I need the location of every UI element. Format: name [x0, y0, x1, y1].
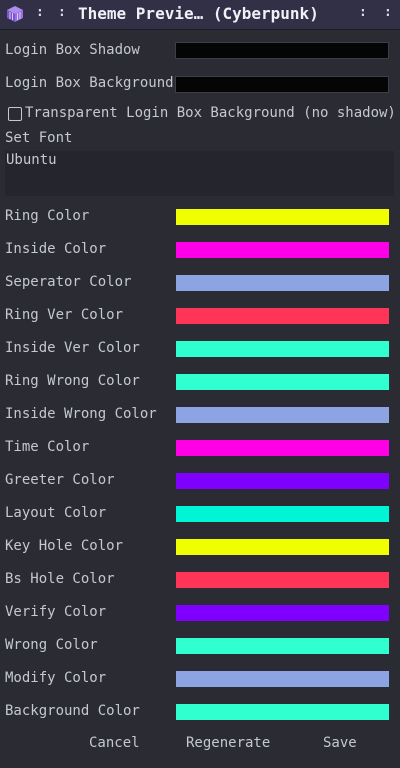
login-box-background-label: Login Box Background	[5, 75, 174, 91]
ring-ver-color-row: Ring Ver Color	[0, 307, 400, 327]
inside-color-label: Inside Color	[5, 241, 107, 257]
inside-ver-color-label: Inside Ver Color	[5, 340, 140, 356]
time-color-swatch-button[interactable]	[176, 440, 389, 456]
inside-ver-color-swatch-button[interactable]	[176, 341, 389, 357]
bs-hole-color-row: Bs Hole Color	[0, 571, 400, 591]
inside-ver-color-row: Inside Ver Color	[0, 340, 400, 360]
login-box-shadow-label: Login Box Shadow	[5, 42, 140, 58]
inside-color-swatch-button[interactable]	[176, 242, 389, 258]
login-box-shadow-color-field[interactable]	[175, 42, 389, 59]
font-input-value: Ubuntu	[6, 152, 57, 168]
key-hole-color-row: Key Hole Color	[0, 538, 400, 558]
verify-color-swatch-button[interactable]	[176, 605, 389, 621]
verify-color-label: Verify Color	[5, 604, 107, 620]
ring-wrong-color-label: Ring Wrong Color	[5, 373, 140, 389]
ring-color-label: Ring Color	[5, 208, 90, 224]
wrong-color-label: Wrong Color	[5, 637, 98, 653]
modify-color-row: Modify Color	[0, 670, 400, 690]
cancel-button[interactable]: Cancel	[89, 735, 140, 751]
background-color-label: Background Color	[5, 703, 140, 719]
layout-color-label: Layout Color	[5, 505, 107, 521]
login-box-background-color-field[interactable]	[175, 76, 389, 93]
wrong-color-row: Wrong Color	[0, 637, 400, 657]
ring-ver-color-label: Ring Ver Color	[5, 307, 124, 323]
ring-color-swatch-button[interactable]	[176, 209, 389, 225]
key-hole-color-swatch-button[interactable]	[176, 539, 389, 555]
window-title: Theme Previe… (Cyberpunk)	[78, 4, 319, 23]
inside-wrong-color-label: Inside Wrong Color	[5, 406, 157, 422]
background-color-row: Background Color	[0, 703, 400, 723]
titlebar-drag-handle-left-2[interactable]: :	[58, 5, 66, 20]
titlebar-drag-handle-left[interactable]: :	[36, 5, 44, 20]
modify-color-label: Modify Color	[5, 670, 107, 686]
app-cube-icon[interactable]	[6, 5, 24, 23]
font-input[interactable]: Ubuntu	[5, 151, 394, 196]
time-color-row: Time Color	[0, 439, 400, 459]
bs-hole-color-label: Bs Hole Color	[5, 571, 115, 587]
transparent-background-label: Transparent Login Box Background (no sha…	[25, 105, 396, 121]
regenerate-button[interactable]: Regenerate	[186, 735, 270, 751]
seperator-color-label: Seperator Color	[5, 274, 132, 290]
ring-color-row: Ring Color	[0, 208, 400, 228]
titlebar-drag-handle-right[interactable]: :	[359, 5, 367, 20]
inside-wrong-color-swatch-button[interactable]	[176, 407, 389, 423]
save-button[interactable]: Save	[323, 735, 357, 751]
layout-color-swatch-button[interactable]	[176, 506, 389, 522]
inside-wrong-color-row: Inside Wrong Color	[0, 406, 400, 426]
ring-wrong-color-row: Ring Wrong Color	[0, 373, 400, 393]
title-bar: : : Theme Previe… (Cyberpunk) : :	[0, 0, 400, 30]
seperator-color-swatch-button[interactable]	[176, 275, 389, 291]
time-color-label: Time Color	[5, 439, 90, 455]
modify-color-swatch-button[interactable]	[176, 671, 389, 687]
titlebar-drag-handle-right-2[interactable]: :	[384, 5, 392, 20]
ring-wrong-color-swatch-button[interactable]	[176, 374, 389, 390]
bs-hole-color-swatch-button[interactable]	[176, 572, 389, 588]
transparent-background-checkbox[interactable]	[8, 107, 22, 121]
key-hole-color-label: Key Hole Color	[5, 538, 124, 554]
greeter-color-swatch-button[interactable]	[176, 473, 389, 489]
layout-color-row: Layout Color	[0, 505, 400, 525]
background-color-swatch-button[interactable]	[176, 704, 389, 720]
seperator-color-row: Seperator Color	[0, 274, 400, 294]
wrong-color-swatch-button[interactable]	[176, 638, 389, 654]
inside-color-row: Inside Color	[0, 241, 400, 261]
verify-color-row: Verify Color	[0, 604, 400, 624]
ring-ver-color-swatch-button[interactable]	[176, 308, 389, 324]
greeter-color-label: Greeter Color	[5, 472, 115, 488]
set-font-label: Set Font	[5, 130, 73, 146]
greeter-color-row: Greeter Color	[0, 472, 400, 492]
